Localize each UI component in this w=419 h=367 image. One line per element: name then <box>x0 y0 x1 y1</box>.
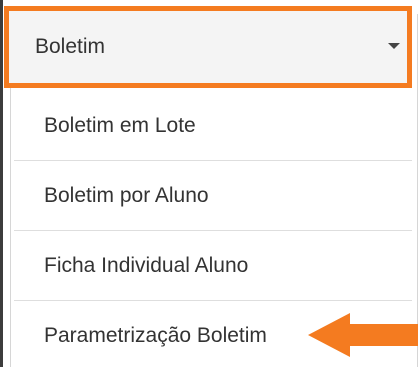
menu-item-label: Boletim em Lote <box>44 113 196 137</box>
menu-item-boletim-por-aluno[interactable]: Boletim por Aluno <box>14 161 412 231</box>
dropdown-header-label: Boletim <box>35 35 106 58</box>
orange-arrow-left-icon <box>308 313 418 357</box>
menu-item-label: Parametrização Boletim <box>44 323 267 347</box>
menu-item-ficha-individual-aluno[interactable]: Ficha Individual Aluno <box>14 231 412 301</box>
menu-item-label: Boletim por Aluno <box>44 183 209 207</box>
caret-down-icon <box>388 43 400 49</box>
page-edge <box>0 0 3 367</box>
menu-item-label: Ficha Individual Aluno <box>44 253 249 277</box>
menu-item-boletim-em-lote[interactable]: Boletim em Lote <box>14 91 412 161</box>
boletim-dropdown-toggle[interactable]: Boletim <box>4 6 412 88</box>
